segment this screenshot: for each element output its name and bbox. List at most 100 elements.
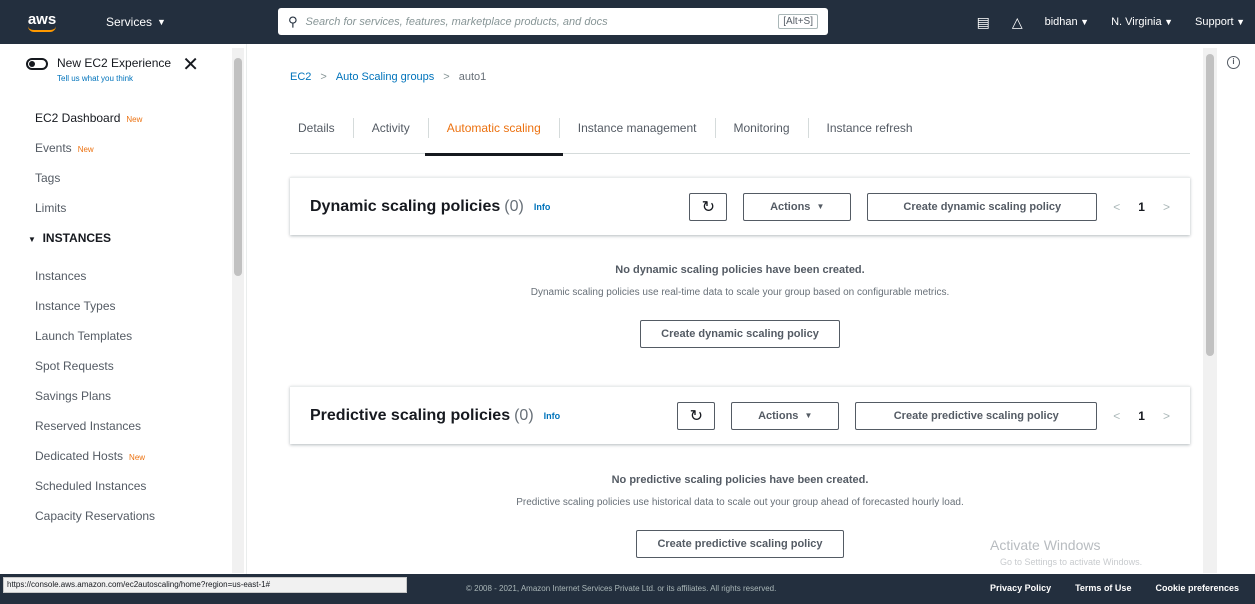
cloudshell-icon[interactable]: ▤ bbox=[977, 14, 990, 31]
caret-down-icon: ▼ bbox=[28, 235, 36, 244]
chevron-left-icon[interactable]: < bbox=[1113, 200, 1120, 214]
main-scrollbar-thumb[interactable] bbox=[1206, 54, 1214, 356]
breadcrumb: EC2 > Auto Scaling groups > auto1 bbox=[290, 71, 486, 83]
tab-instance-refresh[interactable]: Instance refresh bbox=[809, 118, 931, 138]
info-circle-icon[interactable]: i bbox=[1227, 56, 1240, 69]
services-menu[interactable]: Services ▼ bbox=[106, 15, 166, 29]
info-link[interactable]: Info bbox=[534, 202, 551, 212]
sidebar-scrollbar-thumb[interactable] bbox=[234, 58, 242, 276]
empty-title: No dynamic scaling policies have been cr… bbox=[615, 264, 865, 276]
region-menu[interactable]: N. Virginia bbox=[1111, 16, 1173, 28]
empty-title: No predictive scaling policies have been… bbox=[611, 474, 869, 486]
sidebar-item-label: Limits bbox=[35, 201, 67, 215]
aws-logo[interactable]: aws bbox=[22, 10, 62, 32]
sidebar-item-label: Events bbox=[35, 141, 72, 155]
empty-description: Predictive scaling policies use historic… bbox=[516, 497, 964, 508]
chevron-left-icon[interactable]: < bbox=[1113, 409, 1120, 423]
footer-links: Privacy Policy Terms of Use Cookie prefe… bbox=[990, 583, 1239, 593]
windows-activation-subtext: Go to Settings to activate Windows. bbox=[1000, 557, 1143, 567]
aws-logo-text: aws bbox=[27, 10, 57, 28]
sidebar-item-limits[interactable]: Limits bbox=[0, 193, 246, 223]
panel-title-text: Dynamic scaling policies bbox=[310, 197, 501, 215]
actions-dropdown[interactable]: Actions ▼ bbox=[743, 192, 852, 221]
sidebar-item-reserved-instances[interactable]: Reserved Instances bbox=[0, 411, 246, 441]
sidebar-item-ec2-dashboard[interactable]: EC2 Dashboard New bbox=[0, 103, 246, 133]
create-dynamic-policy-button[interactable]: Create dynamic scaling policy bbox=[867, 192, 1098, 221]
caret-down-icon: ▼ bbox=[157, 17, 166, 27]
breadcrumb-current: auto1 bbox=[458, 71, 487, 83]
new-badge: New bbox=[77, 145, 94, 154]
sidebar: New EC2 Experience Tell us what you thin… bbox=[0, 44, 247, 574]
pagination: < 1 > bbox=[1113, 409, 1170, 423]
close-icon[interactable]: ✕ bbox=[182, 55, 199, 75]
breadcrumb-ec2[interactable]: EC2 bbox=[290, 71, 311, 83]
terms-of-use-link[interactable]: Terms of Use bbox=[1075, 583, 1131, 593]
search-icon: ⚲ bbox=[288, 13, 298, 29]
search-placeholder: Search for services, features, marketpla… bbox=[305, 15, 608, 28]
predictive-scaling-title: Predictive scaling policies (0) bbox=[310, 407, 534, 425]
actions-label: Actions bbox=[770, 200, 811, 213]
chevron-right-icon[interactable]: > bbox=[1163, 200, 1170, 214]
privacy-policy-link[interactable]: Privacy Policy bbox=[990, 583, 1051, 593]
services-label: Services bbox=[106, 15, 153, 29]
create-predictive-policy-button[interactable]: Create predictive scaling policy bbox=[855, 401, 1098, 430]
user-menu[interactable]: bidhan bbox=[1045, 16, 1089, 28]
new-experience-toggle[interactable] bbox=[26, 58, 48, 70]
sidebar-item-scheduled-instances[interactable]: Scheduled Instances bbox=[0, 471, 246, 501]
create-predictive-policy-empty-button[interactable]: Create predictive scaling policy bbox=[636, 530, 844, 558]
section-label: INSTANCES bbox=[42, 231, 112, 245]
sidebar-item-instances[interactable]: Instances bbox=[0, 261, 246, 291]
cookie-preferences-link[interactable]: Cookie preferences bbox=[1155, 583, 1239, 593]
aws-smile-icon bbox=[28, 26, 56, 32]
feedback-link[interactable]: Tell us what you think bbox=[57, 74, 171, 83]
page-number[interactable]: 1 bbox=[1138, 409, 1145, 423]
toggle-label: New EC2 Experience bbox=[57, 56, 172, 70]
sidebar-item-savings-plans[interactable]: Savings Plans bbox=[0, 381, 246, 411]
nav-right: ▤ △ bidhan N. Virginia Support bbox=[977, 0, 1245, 44]
copyright: © 2008 - 2021, Amazon Internet Services … bbox=[466, 584, 777, 593]
sidebar-section-instances[interactable]: ▼ INSTANCES bbox=[0, 223, 246, 261]
bell-icon[interactable]: △ bbox=[1012, 14, 1023, 31]
dynamic-scaling-title: Dynamic scaling policies (0) bbox=[310, 198, 524, 216]
chevron-right-icon[interactable]: > bbox=[1163, 409, 1170, 423]
sidebar-item-instance-types[interactable]: Instance Types bbox=[0, 291, 246, 321]
sidebar-item-events[interactable]: Events New bbox=[0, 133, 246, 163]
sidebar-item-dedicated-hosts[interactable]: Dedicated Hosts New bbox=[0, 441, 246, 471]
new-badge: New bbox=[129, 453, 146, 462]
dynamic-actions: ↻ Actions ▼ Create dynamic scaling polic… bbox=[689, 192, 1098, 221]
caret-down-icon: ▼ bbox=[816, 202, 825, 211]
tab-monitoring[interactable]: Monitoring bbox=[716, 117, 809, 138]
tab-activity[interactable]: Activity bbox=[354, 117, 429, 138]
pagination: < 1 > bbox=[1113, 200, 1170, 214]
footer: https://console.aws.amazon.com/ec2autosc… bbox=[0, 574, 1255, 604]
search-input[interactable]: ⚲ Search for services, features, marketp… bbox=[278, 8, 828, 35]
sidebar-item-spot-requests[interactable]: Spot Requests bbox=[0, 351, 246, 381]
sidebar-item-tags[interactable]: Tags bbox=[0, 163, 246, 193]
panel-title-text: Predictive scaling policies bbox=[310, 406, 511, 424]
tab-details[interactable]: Details bbox=[290, 117, 354, 138]
tab-automatic-scaling[interactable]: Automatic scaling bbox=[424, 117, 563, 156]
sidebar-item-capacity-reservations[interactable]: Capacity Reservations bbox=[0, 501, 246, 531]
support-menu[interactable]: Support bbox=[1195, 16, 1245, 28]
toggle-text: New EC2 Experience Tell us what you thin… bbox=[57, 56, 171, 83]
new-experience-toggle-row: New EC2 Experience Tell us what you thin… bbox=[0, 44, 246, 83]
sidebar-item-label: EC2 Dashboard bbox=[35, 111, 121, 125]
chevron-right-icon: > bbox=[320, 71, 327, 83]
refresh-button[interactable]: ↻ bbox=[689, 192, 728, 221]
new-badge: New bbox=[126, 115, 143, 124]
predictive-actions: ↻ Actions ▼ Create predictive scaling po… bbox=[677, 401, 1098, 430]
create-dynamic-policy-empty-button[interactable]: Create dynamic scaling policy bbox=[640, 320, 840, 348]
policy-count: (0) bbox=[514, 406, 534, 424]
sidebar-nav: EC2 Dashboard New Events New Tags Limits ▼… bbox=[0, 103, 246, 531]
sidebar-item-launch-templates[interactable]: Launch Templates bbox=[0, 321, 246, 351]
search-shortcut: [Alt+S] bbox=[778, 14, 818, 29]
browser-status-url: https://console.aws.amazon.com/ec2autosc… bbox=[3, 577, 407, 593]
page-number[interactable]: 1 bbox=[1138, 200, 1145, 214]
dynamic-scaling-header: Dynamic scaling policies (0) Info ↻ Actio… bbox=[290, 177, 1190, 235]
tab-instance-management[interactable]: Instance management bbox=[560, 117, 716, 138]
info-link[interactable]: Info bbox=[544, 411, 561, 421]
breadcrumb-auto-scaling-groups[interactable]: Auto Scaling groups bbox=[336, 71, 434, 83]
top-navigation: aws Services ▼ ⚲ Search for services, fe… bbox=[0, 0, 1255, 44]
actions-dropdown[interactable]: Actions ▼ bbox=[731, 401, 840, 430]
refresh-button[interactable]: ↻ bbox=[677, 401, 716, 430]
